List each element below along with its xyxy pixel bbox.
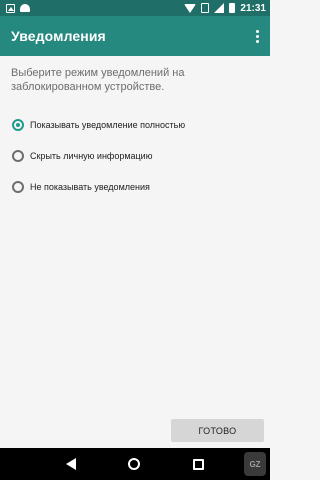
signal-icon (214, 3, 225, 13)
done-button[interactable]: ГОТОВО (171, 419, 264, 442)
no-sim-icon (201, 3, 210, 13)
watermark-logo: GZ (244, 452, 266, 476)
option-hide-all[interactable]: Не показывать уведомления (12, 177, 262, 197)
description-text: Выберите режим уведомлений на заблокиров… (11, 67, 185, 93)
radio-checked-icon[interactable] (12, 119, 24, 131)
notifications-screen: 21:31 Уведомления Выберите режим уведомл… (0, 0, 270, 480)
radio-unchecked-icon[interactable] (12, 150, 24, 162)
gallery-icon (6, 3, 15, 13)
status-time: 21:31 (240, 2, 266, 14)
more-vert-icon[interactable] (250, 24, 264, 48)
android-icon (20, 4, 30, 12)
option-show-full[interactable]: Показывать уведомление полностью (12, 115, 262, 135)
option-hide-private[interactable]: Скрыть личную информацию (12, 146, 262, 166)
radio-unchecked-icon[interactable] (12, 181, 24, 193)
wifi-icon (184, 3, 197, 13)
option-label: Показывать уведомление полностью (30, 120, 186, 130)
recents-icon[interactable] (192, 458, 204, 470)
app-bar: Уведомления (0, 16, 270, 56)
status-bar-right: 21:31 (184, 3, 266, 14)
status-bar: 21:31 (0, 0, 270, 16)
home-icon[interactable] (128, 458, 141, 470)
back-icon[interactable] (66, 458, 77, 470)
option-label: Не показывать уведомления (30, 182, 150, 192)
page-title: Уведомления (11, 28, 106, 44)
navigation-bar (0, 448, 270, 480)
content: Выберите режим уведомлений на заблокиров… (0, 56, 270, 416)
battery-icon (229, 3, 236, 13)
status-bar-left (6, 3, 30, 13)
option-label: Скрыть личную информацию (30, 151, 153, 161)
